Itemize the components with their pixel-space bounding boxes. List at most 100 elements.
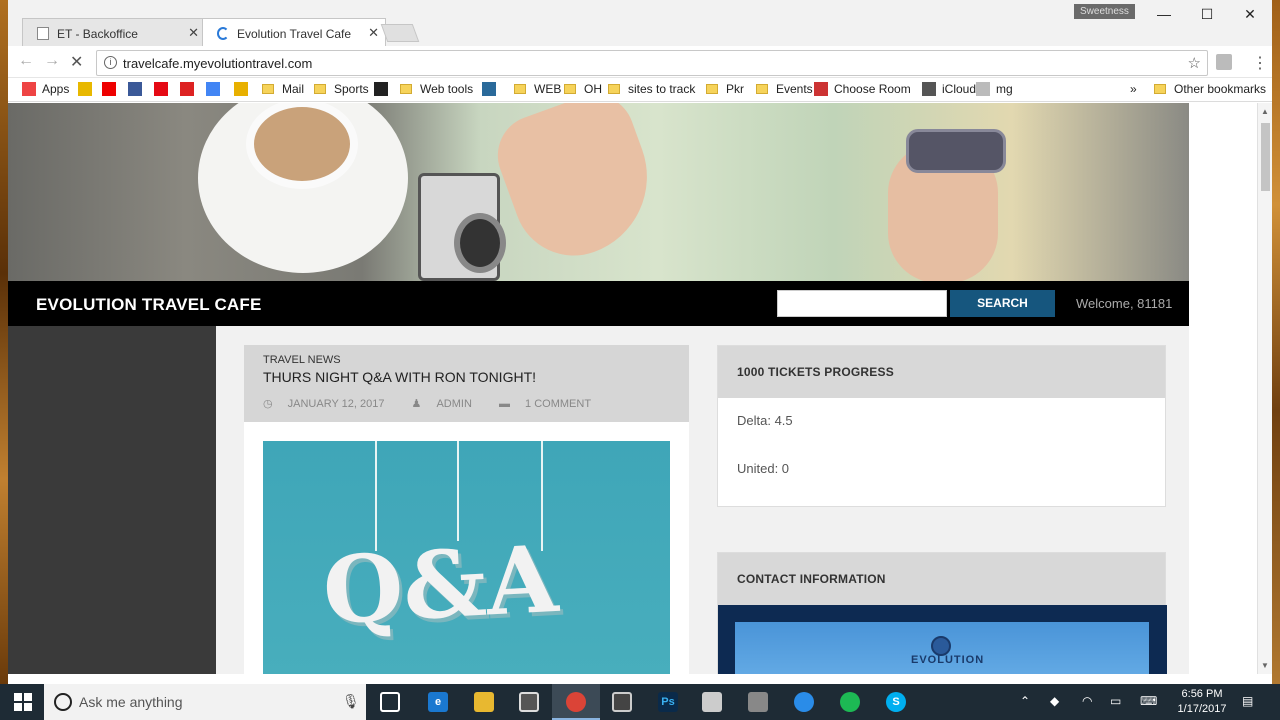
forward-arrow-icon[interactable]: → bbox=[44, 52, 60, 70]
paint-icon[interactable] bbox=[748, 692, 768, 712]
bookmark-pkr[interactable]: Pkr bbox=[706, 82, 744, 96]
apple-icon bbox=[922, 82, 936, 96]
post-featured-image[interactable]: Q&A bbox=[263, 441, 670, 674]
task-view-icon[interactable] bbox=[380, 692, 400, 712]
bookmark-amazon[interactable] bbox=[374, 82, 394, 96]
bookmark-facebook[interactable] bbox=[128, 82, 148, 96]
spotify-icon[interactable] bbox=[840, 692, 860, 712]
browser-toolbar: ← → ✕ i travelcafe.myevolutiontravel.com… bbox=[8, 46, 1272, 78]
hotel-icon bbox=[814, 82, 828, 96]
store-icon[interactable] bbox=[519, 692, 539, 712]
site-info-icon[interactable]: i bbox=[104, 56, 117, 69]
page-scrollbar[interactable]: ▲ ▼ bbox=[1257, 103, 1272, 674]
post-comments[interactable]: ▬ 1 COMMENT bbox=[499, 398, 603, 410]
tab-evolution-travel-cafe[interactable]: Evolution Travel Cafe ✕ bbox=[202, 18, 386, 47]
folder-icon bbox=[608, 84, 620, 94]
tab-close-icon[interactable]: ✕ bbox=[188, 25, 199, 41]
dropbox-icon[interactable]: ◆ bbox=[1050, 694, 1059, 708]
site-title[interactable]: EVOLUTION TRAVEL CAFE bbox=[36, 295, 262, 315]
taskbar-clock[interactable]: 6:56 PM 1/17/2017 bbox=[1172, 687, 1232, 717]
post-category[interactable]: TRAVEL NEWS bbox=[263, 354, 341, 366]
scroll-up-arrow-icon[interactable]: ▲ bbox=[1261, 107, 1269, 116]
keyboard-icon[interactable]: ⌨ bbox=[1140, 694, 1157, 708]
bookmark-imdb[interactable] bbox=[78, 82, 98, 96]
address-bar[interactable]: i travelcafe.myevolutiontravel.com ☆ bbox=[96, 50, 1208, 76]
menu-dots-icon[interactable]: ⋮ bbox=[1252, 53, 1268, 73]
tomato-icon bbox=[180, 82, 194, 96]
bookmark-netflix[interactable] bbox=[154, 82, 174, 96]
extension-icon[interactable] bbox=[1216, 54, 1232, 70]
bookmark-sports[interactable]: Sports bbox=[314, 82, 369, 96]
bookmark-tomato[interactable] bbox=[180, 82, 200, 96]
tab-strip: ET - Backoffice ✕ Evolution Travel Cafe … bbox=[8, 0, 1272, 47]
new-tab-button[interactable] bbox=[380, 24, 420, 42]
bookmarks-overflow-button[interactable]: » bbox=[1130, 82, 1137, 96]
contact-image-panel: EVOLUTION bbox=[735, 622, 1149, 674]
app-window-icon[interactable] bbox=[702, 692, 722, 712]
search-input[interactable] bbox=[777, 290, 947, 317]
post-card: TRAVEL NEWS THURS NIGHT Q&A WITH RON TON… bbox=[244, 345, 689, 674]
bookmark-google[interactable] bbox=[206, 82, 226, 96]
bookmark-web-tools[interactable]: Web tools bbox=[400, 82, 473, 96]
other-bookmarks-folder[interactable]: Other bookmarks bbox=[1154, 82, 1266, 96]
url-text: travelcafe.myevolutiontravel.com bbox=[123, 56, 313, 71]
profile-label[interactable]: Sweetness bbox=[1074, 4, 1135, 19]
battery-icon[interactable]: ▭ bbox=[1110, 694, 1121, 708]
folder-icon bbox=[1154, 84, 1166, 94]
minimize-button[interactable]: — bbox=[1152, 6, 1176, 22]
bookmark-label: Mail bbox=[282, 82, 305, 96]
search-button[interactable]: SEARCH bbox=[950, 290, 1055, 317]
maximize-button[interactable]: ☐ bbox=[1195, 6, 1219, 23]
stop-loading-icon[interactable]: ✕ bbox=[70, 52, 83, 72]
wifi-icon[interactable]: ◠ bbox=[1082, 694, 1092, 708]
folder-icon bbox=[756, 84, 768, 94]
notifications-icon[interactable]: ▤ bbox=[1242, 694, 1253, 708]
bookmark-oh[interactable]: OH bbox=[564, 82, 602, 96]
close-window-button[interactable]: ✕ bbox=[1238, 6, 1262, 23]
bookmark-mg[interactable]: mg bbox=[976, 82, 1013, 96]
post-date[interactable]: ◷ JANUARY 12, 2017 bbox=[263, 398, 396, 410]
bookmark-events[interactable]: Events bbox=[756, 82, 813, 96]
calculator-icon[interactable] bbox=[612, 692, 632, 712]
bookmark-choose-room[interactable]: Choose Room bbox=[814, 82, 911, 96]
post-author[interactable]: ♟ ADMIN bbox=[412, 398, 484, 410]
bookmark-pocket[interactable] bbox=[234, 82, 254, 96]
skype-icon[interactable]: S bbox=[886, 692, 906, 712]
cortana-search-box[interactable]: Ask me anything 🎙 bbox=[44, 684, 366, 720]
bookmark-apps[interactable]: Apps bbox=[22, 82, 69, 96]
scroll-thumb[interactable] bbox=[1261, 123, 1270, 191]
tab-close-icon[interactable]: ✕ bbox=[368, 25, 379, 41]
windows-taskbar: Ask me anything 🎙 e Ps S ⌃ ◆ ◠ ▭ ⌨ 6:56 … bbox=[0, 684, 1280, 720]
post-meta: ◷ JANUARY 12, 2017 ♟ ADMIN ▬ 1 COMMENT bbox=[263, 397, 615, 410]
loading-spinner-icon bbox=[217, 27, 229, 40]
tab-et-backoffice[interactable]: ET - Backoffice ✕ bbox=[22, 18, 206, 47]
tray-chevron-icon[interactable]: ⌃ bbox=[1020, 694, 1030, 708]
bookmark-sites-to-track[interactable]: sites to track bbox=[608, 82, 695, 96]
back-arrow-icon[interactable]: ← bbox=[18, 52, 34, 70]
bookmark-icloud[interactable]: iCloud bbox=[922, 82, 976, 96]
evolution-logo-text: EVOLUTION bbox=[911, 654, 985, 666]
bookmark-label: Pkr bbox=[726, 82, 744, 96]
bookmark-label: Events bbox=[776, 82, 813, 96]
bookmark-gt[interactable] bbox=[482, 82, 502, 96]
bookmark-star-icon[interactable]: ☆ bbox=[1188, 54, 1201, 72]
file-explorer-icon[interactable] bbox=[474, 692, 494, 712]
edge-browser-icon[interactable]: e bbox=[428, 692, 448, 712]
bookmark-web[interactable]: WEB bbox=[514, 82, 561, 96]
bookmark-label: OH bbox=[584, 82, 602, 96]
bookmark-mail[interactable]: Mail bbox=[262, 82, 304, 96]
zoom-icon[interactable] bbox=[794, 692, 814, 712]
bookmark-label: Apps bbox=[42, 82, 70, 96]
widget-title: CONTACT INFORMATION bbox=[718, 553, 1165, 605]
folder-icon bbox=[514, 84, 526, 94]
tickets-progress-widget: 1000 TICKETS PROGRESS Delta: 4.5 United:… bbox=[717, 345, 1166, 507]
scroll-down-arrow-icon[interactable]: ▼ bbox=[1261, 661, 1269, 670]
bookmark-label: Sports bbox=[334, 82, 369, 96]
bookmark-youtube[interactable] bbox=[102, 82, 122, 96]
post-title[interactable]: THURS NIGHT Q&A WITH RON TONIGHT! bbox=[263, 369, 536, 385]
chrome-icon[interactable] bbox=[566, 692, 586, 712]
photoshop-icon[interactable]: Ps bbox=[658, 692, 678, 712]
qa-image-text: Q&A bbox=[320, 524, 561, 646]
microphone-icon[interactable]: 🎙 bbox=[342, 693, 360, 710]
windows-start-icon[interactable] bbox=[14, 693, 32, 711]
